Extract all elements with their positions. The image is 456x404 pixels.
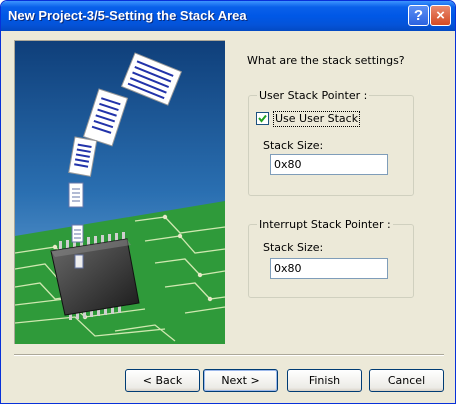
finish-button[interactable]: Finish: [287, 369, 362, 392]
checkbox-box[interactable]: [256, 112, 269, 125]
use-user-stack-label[interactable]: Use User Stack: [273, 111, 361, 127]
title-bar[interactable]: New Project-3/5-Setting the Stack Area ?…: [1, 1, 455, 31]
interrupt-stack-pointer-group: Interrupt Stack Pointer : Stack Size: 0x…: [248, 218, 414, 298]
close-button[interactable]: ×: [430, 5, 451, 26]
window-title: New Project-3/5-Setting the Stack Area: [8, 8, 247, 23]
interrupt-stack-group-label: Interrupt Stack Pointer :: [257, 218, 393, 231]
new-project-dialog: New Project-3/5-Setting the Stack Area ?…: [0, 0, 456, 404]
user-stack-size-label: Stack Size:: [263, 139, 324, 152]
button-separator: [14, 354, 444, 356]
next-button[interactable]: Next >: [203, 369, 278, 392]
wizard-illustration: [14, 40, 225, 344]
help-button[interactable]: ?: [408, 5, 429, 26]
user-stack-pointer-group: User Stack Pointer : Use User Stack Stac…: [248, 89, 414, 196]
user-stack-size-input[interactable]: 0x80: [270, 154, 388, 175]
cancel-button[interactable]: Cancel: [369, 369, 444, 392]
checkmark-icon: [258, 114, 267, 123]
user-stack-group-label: User Stack Pointer :: [257, 89, 370, 102]
prompt-text: What are the stack settings?: [247, 54, 405, 67]
back-button[interactable]: < Back: [125, 369, 200, 392]
interrupt-stack-size-label: Stack Size:: [263, 241, 324, 254]
pcb-chip-illustration: [15, 41, 225, 344]
interrupt-stack-size-input[interactable]: 0x80: [270, 258, 388, 279]
